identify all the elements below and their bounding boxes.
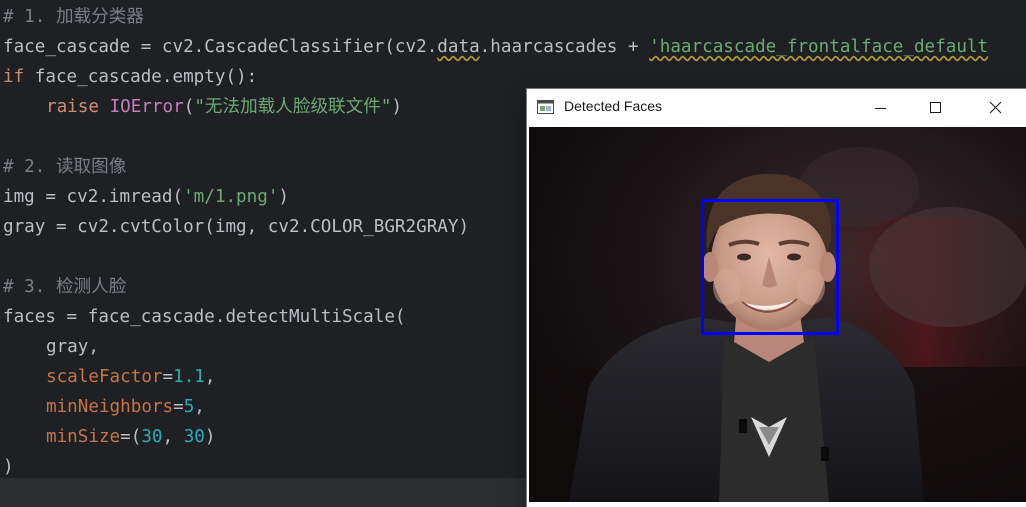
code-string: 'haarcascade_frontalface_default bbox=[649, 37, 989, 57]
code-number: 1.1 bbox=[173, 367, 205, 387]
code-text: img = cv2.imread( bbox=[3, 187, 184, 207]
code-comment: # 3. 检测人脸 bbox=[3, 277, 127, 297]
code-text: = bbox=[173, 397, 184, 417]
code-string: "无法加载人脸级联文件" bbox=[194, 97, 392, 117]
code-param: scaleFactor bbox=[46, 367, 163, 387]
code-param: minNeighbors bbox=[46, 397, 174, 417]
code-text: face_cascade.empty(): bbox=[24, 67, 258, 87]
code-text: ) bbox=[3, 457, 14, 477]
code-text: , bbox=[204, 367, 216, 387]
code-text: , bbox=[194, 397, 205, 417]
code-keyword: if bbox=[3, 67, 25, 87]
code-text: =( bbox=[120, 427, 142, 447]
maximize-icon bbox=[930, 102, 941, 113]
maximize-button[interactable] bbox=[908, 89, 966, 127]
code-text: ) bbox=[278, 187, 290, 207]
minimize-button[interactable] bbox=[853, 89, 911, 127]
face-detection-box bbox=[701, 199, 839, 335]
code-text: ( bbox=[183, 97, 195, 117]
window-titlebar[interactable]: Detected Faces bbox=[527, 89, 1026, 127]
code-number: 30 bbox=[183, 427, 205, 447]
code-line-2[interactable]: face_cascade = cv2.CascadeClassifier(cv2… bbox=[3, 32, 988, 62]
code-text: .haarcascades + bbox=[479, 37, 650, 57]
minimize-icon bbox=[875, 108, 886, 109]
code-line-3[interactable]: if face_cascade.empty(): bbox=[3, 62, 988, 92]
code-text: ) bbox=[204, 427, 216, 447]
app-window-icon bbox=[537, 100, 554, 114]
image-display bbox=[529, 127, 1026, 502]
code-text: , bbox=[162, 427, 184, 447]
close-icon bbox=[989, 101, 1002, 114]
code-line-1[interactable]: # 1. 加载分类器 bbox=[3, 2, 988, 32]
code-number: 5 bbox=[183, 397, 195, 417]
code-text: gray = cv2.cvtColor(img, cv2.COLOR_BGR2G… bbox=[3, 217, 470, 237]
code-param: minSize bbox=[46, 427, 121, 447]
code-number: 30 bbox=[141, 427, 163, 447]
code-keyword: raise bbox=[46, 97, 99, 117]
detected-faces-window[interactable]: Detected Faces bbox=[527, 89, 1026, 507]
code-text: ) bbox=[391, 97, 403, 117]
code-text-warning: data bbox=[437, 37, 480, 57]
code-text: faces = face_cascade.detectMultiScale( bbox=[3, 307, 406, 327]
code-text: gray, bbox=[46, 337, 99, 357]
code-class: IOError bbox=[109, 97, 184, 117]
window-title: Detected Faces bbox=[564, 98, 663, 114]
code-string: 'm/1.png' bbox=[183, 187, 279, 207]
code-comment: # 1. 加载分类器 bbox=[3, 7, 144, 27]
close-button[interactable] bbox=[968, 89, 1026, 127]
code-text: = bbox=[162, 367, 174, 387]
code-comment: # 2. 读取图像 bbox=[3, 157, 127, 177]
code-text: face_cascade = cv2.CascadeClassifier(cv2… bbox=[3, 37, 438, 57]
